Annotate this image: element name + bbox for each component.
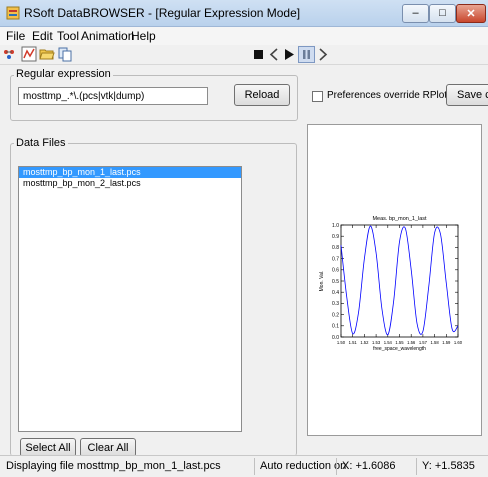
x-tick-label: 1.55 bbox=[395, 340, 404, 345]
regex-input[interactable]: mosttmp_.*\.(pcs|vtk|dump) bbox=[18, 87, 208, 105]
x-tick-label: 1.60 bbox=[454, 340, 463, 345]
pause-button[interactable] bbox=[298, 46, 315, 63]
maximize-icon: □ bbox=[439, 7, 446, 19]
menu-animation[interactable]: Animation bbox=[81, 29, 134, 43]
previous-button[interactable] bbox=[268, 46, 280, 63]
data-files-list[interactable]: mosttmp_bp_mon_1_last.pcs mosttmp_bp_mon… bbox=[18, 166, 242, 432]
x-tick-label: 1.53 bbox=[372, 340, 381, 345]
folder-open-icon[interactable] bbox=[39, 46, 55, 62]
y-tick-label: 0.8 bbox=[332, 245, 339, 251]
status-reduction: Auto reduction on bbox=[254, 458, 346, 475]
y-tick-label: 0.9 bbox=[332, 234, 339, 240]
stop-button[interactable] bbox=[253, 46, 265, 63]
y-tick-label: 1.0 bbox=[332, 223, 339, 229]
chart-title: Meas. bp_mon_1_last bbox=[372, 216, 427, 222]
menu-tool[interactable]: Tool bbox=[57, 29, 79, 43]
regex-group-label: Regular expression bbox=[14, 68, 113, 80]
y-tick-label: 0.7 bbox=[332, 256, 339, 262]
y-tick-label: 0.1 bbox=[332, 324, 339, 330]
preferences-override-checkbox[interactable] bbox=[312, 91, 323, 102]
menu-edit[interactable]: Edit bbox=[32, 29, 53, 43]
x-tick-label: 1.50 bbox=[337, 340, 346, 345]
network-icon[interactable] bbox=[3, 46, 19, 62]
maximize-button[interactable]: □ bbox=[429, 4, 456, 23]
plot-panel[interactable]: Meas. bp_mon_1_last 0.0 0.1 0.2 0.3 0.4 0.5 0.6… bbox=[307, 124, 482, 436]
y-tick-label: 0.2 bbox=[332, 312, 339, 318]
x-tick-label: 1.57 bbox=[419, 340, 428, 345]
reload-button[interactable]: Reload bbox=[234, 84, 290, 106]
next-button[interactable] bbox=[317, 46, 329, 63]
save-button[interactable]: Save cu bbox=[446, 84, 488, 106]
play-button[interactable] bbox=[283, 46, 296, 63]
status-bar: Displaying file mosttmp_bp_mon_1_last.pc… bbox=[0, 455, 488, 477]
menu-file[interactable]: File bbox=[6, 29, 25, 43]
x-tick-label: 1.51 bbox=[349, 340, 358, 345]
status-y-coordinate: Y: +1.5835 bbox=[416, 458, 475, 475]
minimize-button[interactable]: – bbox=[402, 4, 429, 23]
line-chart: Meas. bp_mon_1_last0.00.10.20.30.40.50.6… bbox=[319, 216, 463, 352]
list-item[interactable]: mosttmp_bp_mon_1_last.pcs bbox=[19, 167, 241, 178]
series-line bbox=[340, 225, 459, 336]
x-tick-label: 1.59 bbox=[442, 340, 451, 345]
menu-bar: File Edit Tool Animation Help bbox=[0, 27, 488, 45]
list-item[interactable]: mosttmp_bp_mon_2_last.pcs bbox=[19, 178, 241, 189]
menu-help[interactable]: Help bbox=[131, 29, 156, 43]
y-tick-label: 0.5 bbox=[332, 279, 339, 285]
chart-icon[interactable] bbox=[21, 46, 37, 62]
y-axis-label: Mon. Val. bbox=[319, 271, 325, 292]
window-title: RSoft DataBROWSER - [Regular Expression … bbox=[24, 6, 301, 20]
x-tick-label: 1.56 bbox=[407, 340, 416, 345]
y-tick-label: 0.4 bbox=[332, 290, 339, 296]
data-files-group-label: Data Files bbox=[14, 137, 68, 149]
x-tick-label: 1.54 bbox=[384, 340, 393, 345]
status-x-coordinate: X: +1.6086 bbox=[336, 458, 396, 475]
status-message: Displaying file mosttmp_bp_mon_1_last.pc… bbox=[6, 460, 221, 472]
y-tick-label: 0.3 bbox=[332, 301, 339, 307]
toolbar bbox=[0, 45, 488, 65]
app-icon bbox=[6, 6, 20, 20]
close-icon: ✕ bbox=[466, 8, 476, 20]
minimize-icon: – bbox=[412, 7, 419, 19]
y-tick-label: 0.6 bbox=[332, 268, 339, 274]
title-bar: RSoft DataBROWSER - [Regular Expression … bbox=[0, 0, 488, 27]
close-button[interactable]: ✕ bbox=[456, 4, 486, 23]
copy-icon[interactable] bbox=[57, 46, 73, 62]
x-axis-label: free_space_wavelength bbox=[373, 346, 426, 352]
x-tick-label: 1.58 bbox=[431, 340, 440, 345]
x-tick-label: 1.52 bbox=[360, 340, 369, 345]
